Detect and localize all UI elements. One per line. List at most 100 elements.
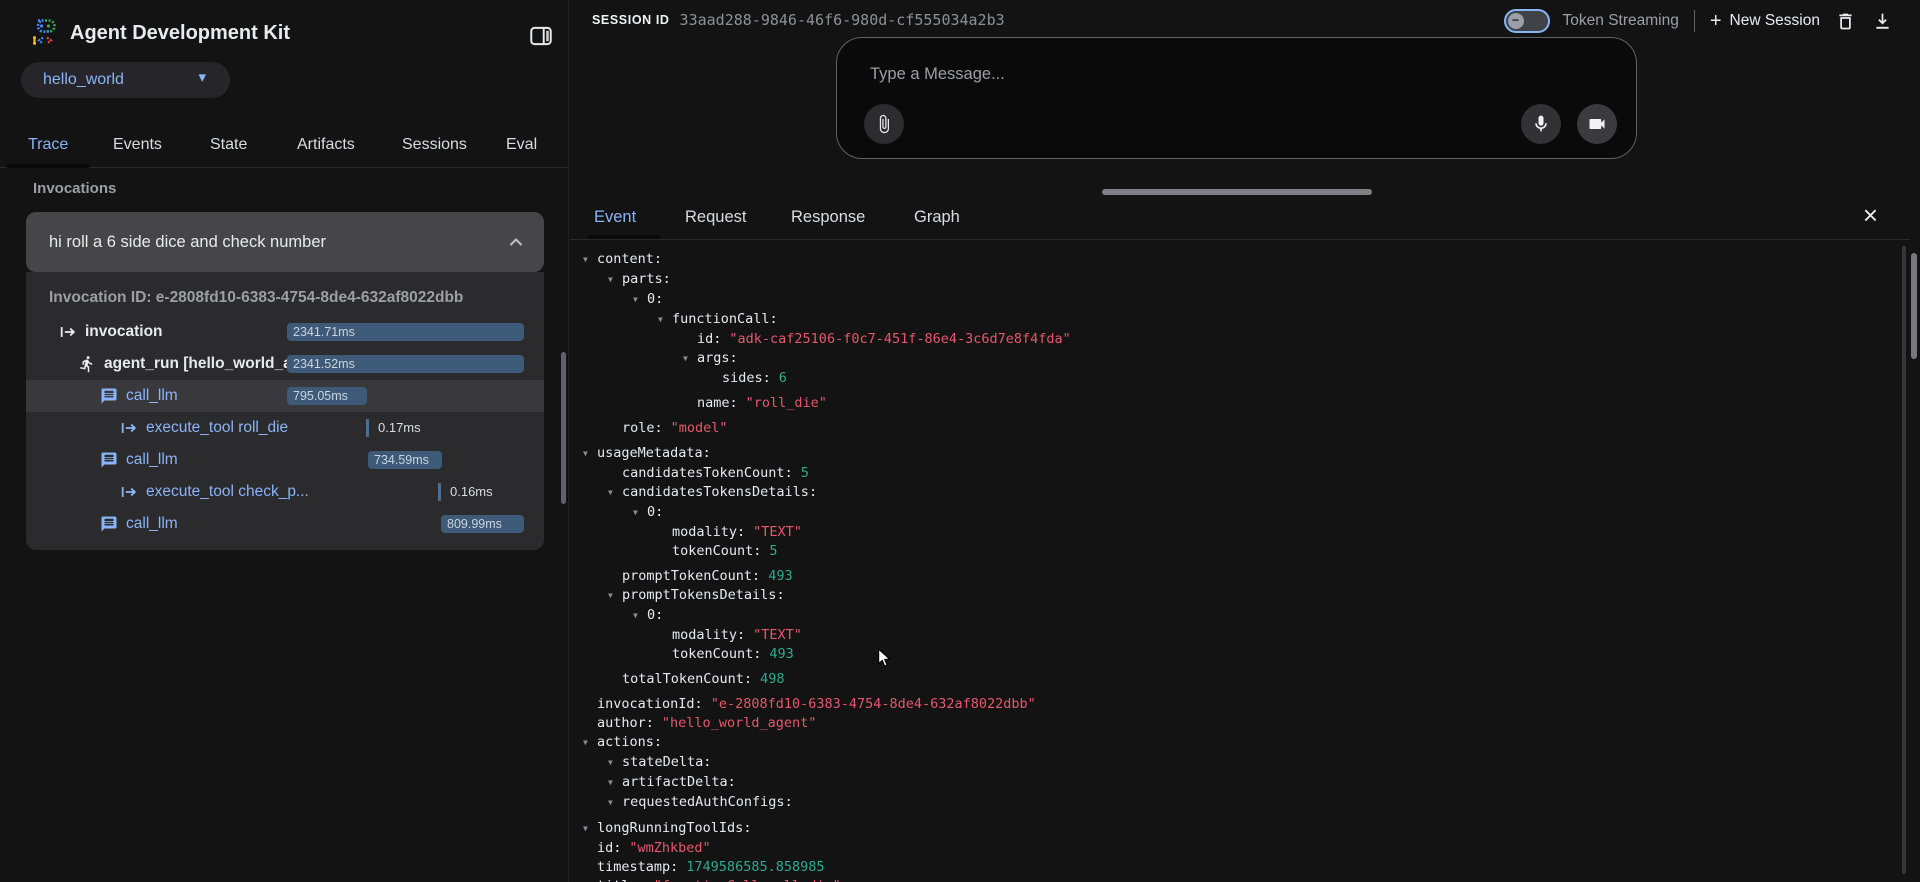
attach-file-button[interactable] [864,104,904,144]
left-panel-scrollbar[interactable] [561,352,566,504]
json-key: totalTokenCount [622,670,752,689]
close-detail-icon[interactable]: × [1863,200,1878,231]
json-tree-line: promptTokenCount493 [583,567,1920,586]
detail-tab-graph[interactable]: Graph [914,208,960,227]
disclosure-triangle-icon[interactable]: ▼ [583,733,597,752]
disclosure-triangle-icon[interactable]: ▼ [658,310,672,329]
invocation-card: hi roll a 6 side dice and check number I… [26,212,544,550]
disclosure-triangle-icon[interactable]: ▼ [608,586,622,605]
json-tree-line[interactable]: ▼requestedAuthConfigs [583,793,1920,813]
disclosure-triangle-icon[interactable]: ▼ [583,250,597,269]
json-key: longRunningToolIds [597,819,751,838]
detail-tab-event[interactable]: Event [594,208,636,227]
trace-span-row[interactable]: call_llm 809.99ms [26,508,544,540]
json-tree-line[interactable]: ▼candidatesTokensDetails [583,483,1920,503]
trace-span-row[interactable]: call_llm734.59ms [26,444,544,476]
trace-span-row[interactable]: call_llm795.05ms [26,380,544,412]
nav-tabs: Trace Events State Artifacts Sessions Eval [0,128,569,168]
adk-logo-icon [31,17,59,47]
trace-span-row[interactable]: execute_tool check_p...0.16ms [26,476,544,508]
json-key: tokenCount [672,542,761,561]
chat-icon [100,387,118,405]
json-key: candidatesTokenCount [622,464,793,483]
tab-state[interactable]: State [210,136,247,154]
detail-tabs: × Event Request Response Graph [570,198,1910,240]
json-tree-line[interactable]: ▼args [583,349,1920,369]
disclosure-triangle-icon[interactable]: ▼ [583,444,597,463]
json-key: tokenCount [672,645,761,664]
invocation-header[interactable]: hi roll a 6 side dice and check number [26,212,544,272]
json-key: promptTokensDetails [622,586,785,605]
collapse-panel-icon[interactable] [528,23,554,49]
detail-tab-response[interactable]: Response [791,208,865,227]
tab-sessions[interactable]: Sessions [402,136,467,154]
microphone-button[interactable] [1521,104,1561,144]
json-tree-line[interactable]: ▼0 [583,606,1920,626]
detail-scrollbar[interactable] [1902,246,1906,874]
video-button[interactable] [1577,104,1617,144]
invocations-section-label: Invocations [33,180,116,197]
json-tree-line[interactable]: ▼0 [583,503,1920,523]
json-tree-line[interactable]: ▼functionCall [583,310,1920,330]
trace-span-row[interactable]: execute_tool roll_die0.17ms [26,412,544,444]
span-duration-bar: 2341.71ms [287,323,524,341]
json-tree-line: modality "TEXT" [583,626,1920,645]
json-tree-line[interactable]: ▼usageMetadata [583,444,1920,464]
json-tree-line: totalTokenCount498 [583,670,1920,689]
json-key: name [697,394,738,413]
disclosure-triangle-icon[interactable]: ▼ [608,793,622,812]
json-tree-line: role"model" [583,419,1920,438]
json-value: "functionCall:roll_die" [654,877,841,882]
trace-span-row[interactable]: agent_run [hello_world_agent]2341.52ms [26,348,544,380]
chevron-up-icon[interactable] [506,232,526,252]
json-tree-line[interactable]: ▼stateDelta [583,753,1920,773]
new-session-button[interactable]: + New Session [1710,12,1820,30]
chevron-down-icon: ▾ [198,68,206,86]
json-key: timestamp [597,858,678,877]
json-key: author [597,714,654,733]
json-key: modality [672,626,745,645]
span-duration-bar-zone: 795.05ms [287,380,524,412]
json-key: promptTokenCount [622,567,760,586]
disclosure-triangle-icon[interactable]: ▼ [633,606,647,625]
disclosure-triangle-icon[interactable]: ▼ [608,483,622,502]
invocation-id: Invocation ID: e-2808fd10-6383-4754-8de4… [49,289,544,307]
json-tree-line[interactable]: ▼parts [583,270,1920,290]
tab-eval[interactable]: Eval [506,136,537,154]
json-tree-line[interactable]: ▼actions [583,733,1920,753]
agent-select-dropdown[interactable]: hello_world ▾ [21,62,230,98]
span-duration-bar-zone: 809.99ms [287,508,524,540]
json-value: "model" [671,419,728,438]
span-label: call_llm [126,515,178,533]
span-label: invocation [85,323,163,341]
message-input[interactable]: Type a Message... [870,65,1005,84]
json-value: 5 [801,464,809,483]
tab-artifacts[interactable]: Artifacts [297,136,355,154]
page-scrollbar[interactable] [1911,253,1917,359]
tab-events[interactable]: Events [113,136,162,154]
export-session-button[interactable] [1870,9,1894,33]
delete-session-button[interactable] [1833,9,1857,33]
disclosure-triangle-icon[interactable]: ▼ [608,270,622,289]
json-tree-line[interactable]: ▼content [583,250,1920,270]
disclosure-triangle-icon[interactable]: ▼ [608,753,622,772]
trace-span-row[interactable]: invocation 2341.71ms [26,316,544,348]
json-value: 5 [769,542,777,561]
token-streaming-toggle[interactable]: − [1504,9,1550,33]
disclosure-triangle-icon[interactable]: ▼ [608,773,622,792]
disclosure-triangle-icon[interactable]: ▼ [683,349,697,368]
json-tree-line[interactable]: ▼0 [583,290,1920,310]
disclosure-triangle-icon[interactable]: ▼ [583,819,597,838]
json-tree-line[interactable]: ▼artifactDelta [583,773,1920,793]
json-tree-line: name"roll_die" [583,394,1920,413]
tab-trace[interactable]: Trace [28,136,68,154]
disclosure-triangle-icon[interactable]: ▼ [633,290,647,309]
chat-horizontal-scrollbar[interactable] [1102,189,1372,195]
json-value: "TEXT" [753,626,802,645]
json-tree-line[interactable]: ▼longRunningToolIds [583,819,1920,839]
event-json-tree: ▼content▼parts▼0▼functionCallid"adk-caf2… [571,241,1920,882]
detail-tab-request[interactable]: Request [685,208,746,227]
json-tree-line[interactable]: ▼promptTokensDetails [583,586,1920,606]
disclosure-triangle-icon[interactable]: ▼ [633,503,647,522]
toggle-knob-minus-icon: − [1508,13,1524,29]
